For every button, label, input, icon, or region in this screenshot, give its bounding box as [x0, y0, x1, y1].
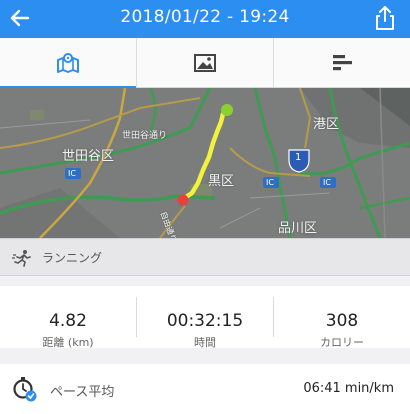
map-label-setagaya: 世田谷区: [62, 149, 115, 164]
image-icon: [194, 53, 216, 72]
distance-value: 4.82: [49, 311, 87, 331]
route-end-marker: [177, 194, 189, 206]
header-bar: 2018/01/22 - 19:24: [0, 0, 410, 38]
pace-row[interactable]: ペース平均 06:41 min/km: [0, 364, 410, 414]
calories-label: カロリー: [320, 336, 364, 349]
activity-type-row: ランニング: [0, 238, 410, 276]
stat-duration: 00:32:15 時間: [136, 297, 273, 349]
map-label-shinagawa: 品川区: [278, 221, 318, 236]
page-title: 2018/01/22 - 19:24: [120, 7, 290, 27]
ic-label: IC: [68, 169, 76, 178]
duration-label: 時間: [194, 336, 216, 349]
ic-label: IC: [323, 178, 331, 187]
pace-value: 06:41 min/km: [303, 381, 394, 396]
route-map[interactable]: 世田谷区 世田谷通り 黒区 港区 品川区 IC IC IC 1 自由通り: [0, 88, 410, 238]
share-icon[interactable]: [374, 5, 396, 31]
tab-charts[interactable]: [273, 38, 410, 87]
calories-value: 308: [325, 311, 359, 331]
map-label-minato: 港区: [313, 117, 340, 132]
tab-bar: [0, 38, 410, 88]
pace-stopwatch-icon: [13, 377, 37, 402]
stats-panel: 4.82 距離 (km) 00:32:15 時間 308 カロリー: [0, 286, 410, 349]
tab-photos[interactable]: [136, 38, 273, 87]
pace-label: ペース平均: [50, 385, 115, 400]
activity-name: ランニング: [42, 251, 103, 265]
duration-value: 00:32:15: [166, 311, 244, 331]
chart-bars-icon: [333, 54, 352, 70]
route-number-label: 1: [295, 152, 302, 163]
map-label-meguro: 黒区: [208, 174, 235, 189]
runner-icon: [12, 250, 31, 267]
map-label-setagaya-dori: 世田谷通り: [122, 131, 168, 141]
ic-label: IC: [266, 178, 274, 187]
route-start-marker: [221, 104, 233, 116]
stat-distance: 4.82 距離 (km): [0, 297, 136, 349]
distance-label: 距離 (km): [42, 336, 94, 349]
tab-map[interactable]: [0, 38, 136, 88]
stat-calories: 308 カロリー: [273, 297, 410, 349]
map-icon: [57, 52, 79, 73]
